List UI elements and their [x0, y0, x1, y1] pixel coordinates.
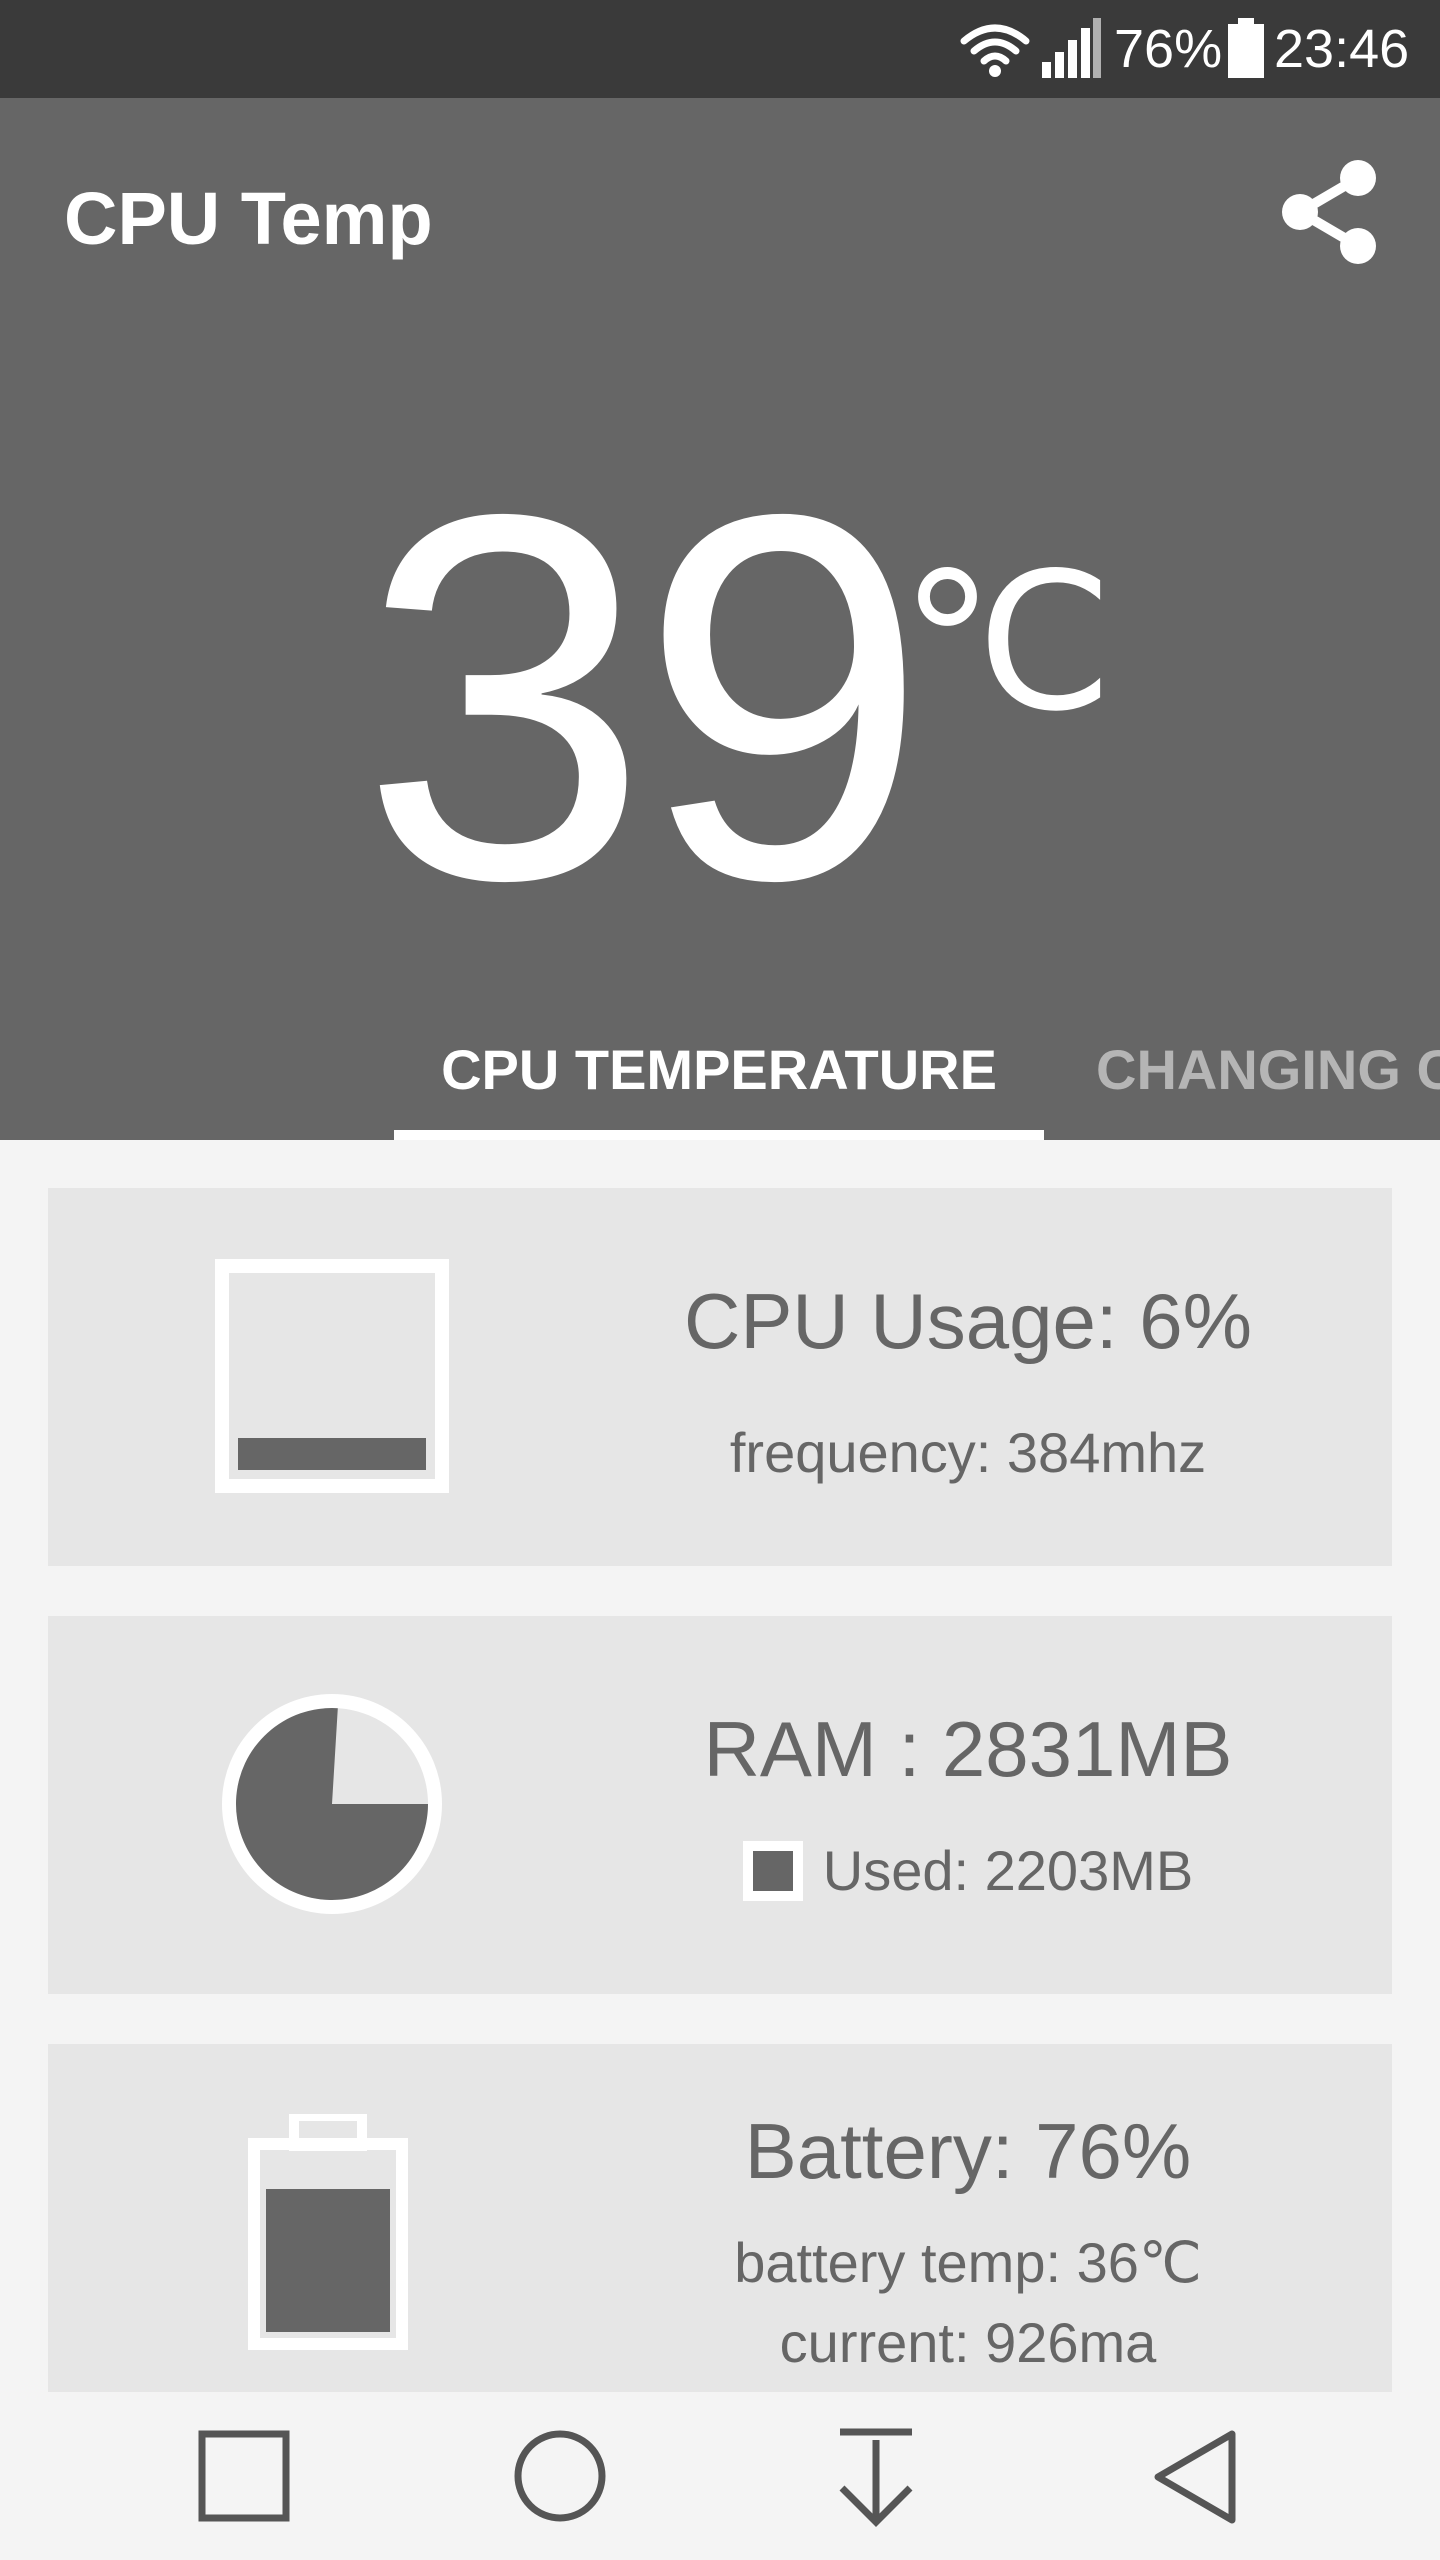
wifi-icon	[958, 0, 1032, 98]
recents-button[interactable]	[184, 2422, 304, 2532]
circle-icon	[514, 2430, 606, 2522]
download-button[interactable]	[816, 2422, 936, 2532]
home-button[interactable]	[500, 2422, 620, 2532]
ram-pie-icon	[214, 1686, 450, 1922]
ram-card[interactable]: RAM : 2831MB Used: 2203MB	[48, 1616, 1392, 1994]
app-title: CPU Temp	[64, 177, 433, 260]
cpu-frequency: frequency: 384mhz	[729, 1421, 1207, 1484]
battery-temp: battery temp: 36℃	[734, 2231, 1202, 2294]
temperature-unit: ℃	[900, 537, 1114, 749]
temperature-value: 39	[360, 407, 928, 988]
clock: 23:46	[1274, 19, 1410, 79]
square-icon	[198, 2430, 290, 2522]
tab-indicator	[394, 1130, 1044, 1140]
status-bar: 76% 23:46	[0, 0, 1440, 98]
used-legend-swatch	[742, 1840, 803, 1901]
battery-card[interactable]: Battery: 76% battery temp: 36℃ current: …	[48, 2044, 1392, 2392]
ram-total-title: RAM : 2831MB	[703, 1705, 1233, 1793]
battery-title: Battery: 76%	[744, 2107, 1192, 2195]
share-icon	[1282, 160, 1376, 264]
app-header: CPU Temp 39 ℃ CPU TEMPERATURE CHANGING C	[0, 98, 1440, 1140]
tab-changing[interactable]: CHANGING C	[1096, 998, 1440, 1140]
tab-label: CPU TEMPERATURE	[441, 1037, 997, 1101]
battery-icon	[1226, 0, 1266, 98]
back-button[interactable]	[1136, 2422, 1256, 2532]
navigation-bar	[0, 2392, 1440, 2560]
ram-used: Used: 2203MB	[822, 1839, 1194, 1902]
cpu-usage-meter-icon	[214, 1258, 450, 1494]
back-triangle-icon	[1154, 2430, 1236, 2524]
cpu-usage-card[interactable]: CPU Usage: 6% frequency: 384mhz	[48, 1188, 1392, 1566]
share-button[interactable]	[1270, 150, 1390, 270]
battery-percent: 76%	[1114, 19, 1223, 79]
tab-label: CHANGING C	[1096, 1037, 1440, 1101]
download-icon	[839, 2428, 913, 2527]
battery-current: current: 926ma	[779, 2311, 1157, 2374]
cpu-usage-title: CPU Usage: 6%	[684, 1277, 1252, 1365]
tab-cpu-temperature[interactable]: CPU TEMPERATURE	[394, 998, 1044, 1140]
temperature-display: 39 ℃	[360, 438, 1160, 978]
signal-icon	[1040, 0, 1102, 98]
battery-level-icon	[248, 2111, 408, 2350]
